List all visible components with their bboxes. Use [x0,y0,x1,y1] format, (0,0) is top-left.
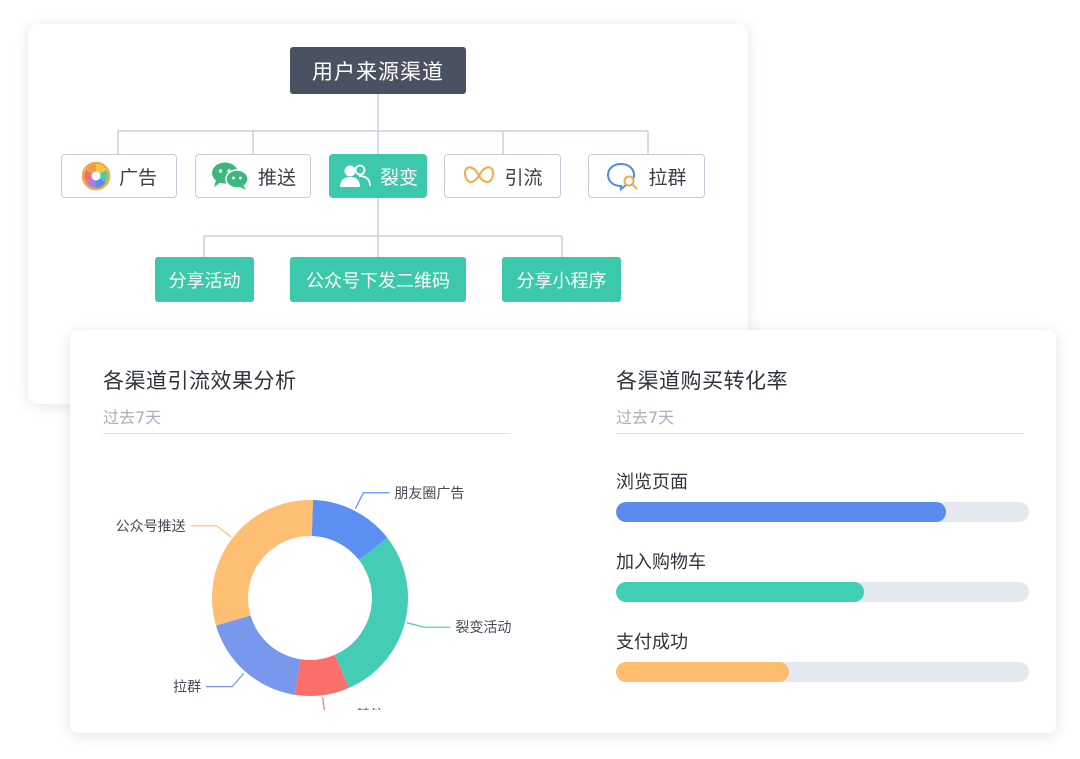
conversion-panel-subtitle: 过去7天 [616,408,675,427]
channel-fission[interactable]: 裂变 [329,154,427,198]
color-wheel-icon [81,161,111,191]
donut-label-other: 其他 [356,708,384,710]
bar-track-add-to-cart [616,582,1029,602]
donut-leader-wechat-moments-ad [354,492,390,510]
channel-ads[interactable]: 广告 [61,154,177,198]
conversion-panel-divider [616,433,1024,434]
leaf-official-account-qrcode[interactable]: 公众号下发二维码 [290,257,466,302]
bar-label-payment: 支付成功 [616,632,688,653]
donut-leader-group [206,672,245,688]
donut-leader-fission-activity [406,622,451,628]
bar-fill-browse [616,502,947,522]
traffic-panel-title: 各渠道引流效果分析 [103,369,297,393]
donut-leader-official-account-push [190,525,232,538]
donut-label-official-account-push: 公众号推送 [116,519,186,535]
channel-push[interactable]: 推送 [195,154,311,198]
bar-fill-payment [616,662,790,682]
bar-label-browse: 浏览页面 [616,472,688,493]
leaf-share-miniprogram[interactable]: 分享小程序 [502,257,621,302]
wechat-icon [211,162,249,190]
channel-label: 引流 [504,166,543,189]
bar-label-add-to-cart: 加入购物车 [616,552,706,573]
donut-label-wechat-moments-ad: 朋友圈广告 [394,486,464,502]
bar-fill-add-to-cart [616,582,864,602]
chat-search-icon [607,162,639,191]
root-node[interactable]: 用户来源渠道 [290,47,466,94]
donut-slice-fission-activity[interactable] [334,537,408,688]
infinity-icon [464,166,495,183]
channel-label: 广告 [118,166,157,189]
channel-label: 裂变 [379,166,418,189]
donut-slice-group[interactable] [215,615,301,695]
bar-track-payment [616,662,1029,682]
donut-leader-other [322,697,351,716]
leaf-share-activity[interactable]: 分享活动 [155,257,254,302]
donut-label-fission-activity: 裂变活动 [455,620,511,636]
donut-svg: 朋友圈广告裂变活动其他 拉群 公众号推送 [116,486,512,724]
traffic-panel-divider [103,433,511,434]
analytics-card: 各渠道引流效果分析 过去7天 朋友圈广告裂变活动其他 拉群 公众号推送 各渠道购买转… [70,330,1056,733]
users-icon [339,164,371,187]
channel-label: 推送 [257,166,296,189]
channel-group[interactable]: 拉群 [588,154,705,198]
channel-label: 拉群 [648,166,687,189]
bar-track-browse [616,502,1029,522]
traffic-donut-chart: 朋友圈广告裂变活动其他 拉群 公众号推送 [90,460,530,724]
donut-slice-official-account-push[interactable] [212,500,313,626]
channel-traffic[interactable]: 引流 [444,154,561,198]
traffic-panel-subtitle: 过去7天 [103,408,162,427]
conversion-panel-title: 各渠道购买转化率 [616,369,788,393]
donut-label-group: 拉群 [173,680,201,696]
